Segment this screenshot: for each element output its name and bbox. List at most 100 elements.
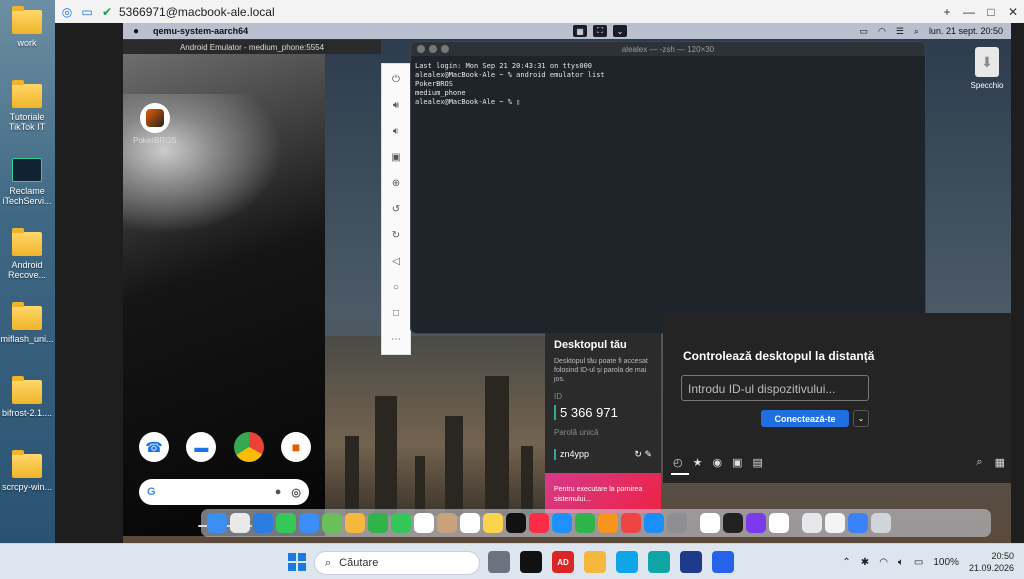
chevron-down-icon[interactable]: ⌄ (613, 25, 627, 37)
remote-desktop-icon[interactable] (648, 551, 670, 573)
desktop-icon-bifrost[interactable]: bifrost-2.1.... (0, 376, 54, 450)
pokerbros-dock-icon[interactable]: ■ (280, 432, 311, 462)
numbers-icon[interactable] (575, 513, 595, 533)
facetime-icon[interactable] (368, 513, 388, 533)
password-value[interactable]: zn4ypp (560, 449, 589, 460)
control-center-icon[interactable]: ☰ (896, 26, 904, 37)
chrome-icon[interactable] (233, 432, 264, 462)
terminal-output[interactable]: Last login: Mon Sep 21 20:43:31 on ttys0… (411, 56, 925, 113)
powershell-icon[interactable] (680, 551, 702, 573)
new-tab-button[interactable]: + (936, 0, 958, 23)
phone-icon[interactable] (391, 513, 411, 533)
desktop-item-specchio[interactable]: ⬇ Specchio (963, 47, 1011, 90)
mic-icon[interactable]: ● (275, 486, 282, 499)
chatgpt-icon[interactable] (520, 551, 542, 573)
apple-icon[interactable]: ● (133, 26, 139, 37)
rotate-left-icon[interactable]: ↺ (385, 196, 407, 222)
menubar-datetime[interactable]: lun. 21 sept. 20:50 (929, 26, 1003, 36)
sessions-icon[interactable]: ▤ (753, 456, 763, 469)
contacts-icon[interactable] (437, 513, 457, 533)
desktop-icon-tutoriale[interactable]: Tutoriale TikTok IT (0, 80, 54, 154)
music-icon[interactable] (529, 513, 549, 533)
pokerbros-app-icon[interactable] (140, 103, 170, 133)
discover-icon[interactable]: ◉ (712, 456, 722, 469)
tv-icon[interactable] (506, 513, 526, 533)
terminal-icon[interactable] (723, 513, 743, 533)
android-studio-icon[interactable] (769, 513, 789, 533)
start-button[interactable] (288, 553, 306, 571)
volume-down-icon[interactable]: 🔉︎ (385, 118, 407, 144)
refresh-icon[interactable]: ↻ (634, 449, 642, 459)
connect-dropdown[interactable]: ⌄ (853, 410, 869, 427)
pages-icon[interactable] (598, 513, 618, 533)
favorites-icon[interactable]: ★ (693, 456, 703, 469)
desktop-icon-scrcpy[interactable]: scrcpy-win... (0, 450, 54, 524)
photos-icon[interactable] (345, 513, 365, 533)
ad-app-icon[interactable]: AD (552, 551, 574, 573)
stack-icon[interactable] (848, 513, 868, 533)
safari-icon[interactable] (253, 513, 273, 533)
file-explorer-icon[interactable] (584, 551, 606, 573)
app-store-icon[interactable] (644, 513, 664, 533)
keynote-icon[interactable] (552, 513, 572, 533)
chevron-up-icon[interactable]: ⌃ (842, 557, 850, 568)
mail-icon[interactable] (299, 513, 319, 533)
menubar-app-name[interactable]: qemu-system-aarch64 (153, 26, 248, 36)
edit-icon[interactable]: ✎ (644, 449, 652, 459)
preview-icon[interactable] (802, 513, 822, 533)
desktop-icon-android-recovery[interactable]: Android Recove... (0, 228, 54, 302)
reminders-icon[interactable] (460, 513, 480, 533)
wifi-icon[interactable]: ◠ (879, 557, 888, 568)
maps-icon[interactable] (322, 513, 342, 533)
power-icon[interactable]: ⏻ (385, 66, 407, 92)
id-value[interactable]: 5 366 971 (554, 405, 652, 420)
messages-icon[interactable]: ▬ (186, 432, 217, 462)
clock[interactable]: 20:50 21.09.2026 (969, 550, 1014, 574)
recent-icon[interactable]: ◴ (673, 456, 683, 469)
volume-up-icon[interactable]: 🔊︎ (385, 92, 407, 118)
launchpad-icon[interactable] (230, 513, 250, 533)
address-book-icon[interactable]: ▣ (732, 456, 742, 469)
battery-icon[interactable]: ▭ (914, 557, 923, 568)
grid-icon[interactable]: ▦ (573, 25, 587, 37)
google-search-bar[interactable]: G ● ◎ (139, 479, 309, 505)
messages-icon[interactable] (276, 513, 296, 533)
close-button[interactable]: ✕ (1002, 0, 1024, 23)
lens-icon[interactable]: ◎ (291, 486, 301, 499)
taskbar-search[interactable]: ⌕ Căutare (314, 551, 480, 575)
minimize-button[interactable]: — (958, 0, 980, 23)
desktop-icon-reclame[interactable]: Reclame iTechServi... (0, 154, 54, 228)
desktop-icon-work[interactable]: work (0, 6, 54, 80)
wifi-icon[interactable]: ◠ (878, 26, 886, 37)
monitor-icon[interactable]: ▭ (79, 4, 95, 20)
chatgpt-tray-icon[interactable]: ✱ (861, 557, 869, 568)
screen-icon[interactable] (825, 513, 845, 533)
terminal-window[interactable]: alealex — -zsh — 120×30 Last login: Mon … (410, 41, 926, 334)
camera-icon[interactable]: ▣ (385, 144, 407, 170)
phone-icon[interactable]: ☎ (139, 432, 169, 462)
zoom-icon[interactable]: ⊕ (385, 170, 407, 196)
search-icon[interactable]: ⌕ (914, 26, 919, 37)
anydesk-taskbar-icon[interactable] (712, 551, 734, 573)
rocket-icon[interactable] (621, 513, 641, 533)
finder-icon[interactable] (207, 513, 227, 533)
settings-icon[interactable] (667, 513, 687, 533)
maximize-button[interactable]: □ (980, 0, 1002, 23)
more-icon[interactable]: ⋯ (385, 326, 407, 352)
slack-icon[interactable] (746, 513, 766, 533)
back-icon[interactable]: ◁ (385, 248, 407, 274)
autostart-promo[interactable]: Pentru executare la pornirea sistemului.… (545, 473, 661, 513)
fullscreen-icon[interactable]: ⛶ (593, 25, 607, 37)
search-icon[interactable]: ⌕ (976, 456, 982, 469)
volume-icon[interactable]: 🔈︎ (898, 557, 904, 568)
calendar-icon[interactable] (414, 513, 434, 533)
rotate-right-icon[interactable]: ↻ (385, 222, 407, 248)
connect-button[interactable]: Conectează-te (761, 410, 849, 427)
edge-icon[interactable] (616, 551, 638, 573)
desktop-icon-miflash[interactable]: miflash_uni... (0, 302, 54, 376)
remote-id-input[interactable]: Introdu ID-ul dispozitivului... (681, 375, 869, 401)
grid-view-icon[interactable]: ▦ (995, 456, 1005, 469)
task-view-icon[interactable] (488, 551, 510, 573)
overview-icon[interactable]: □ (385, 300, 407, 326)
anydesk-dock-icon[interactable] (700, 513, 720, 533)
